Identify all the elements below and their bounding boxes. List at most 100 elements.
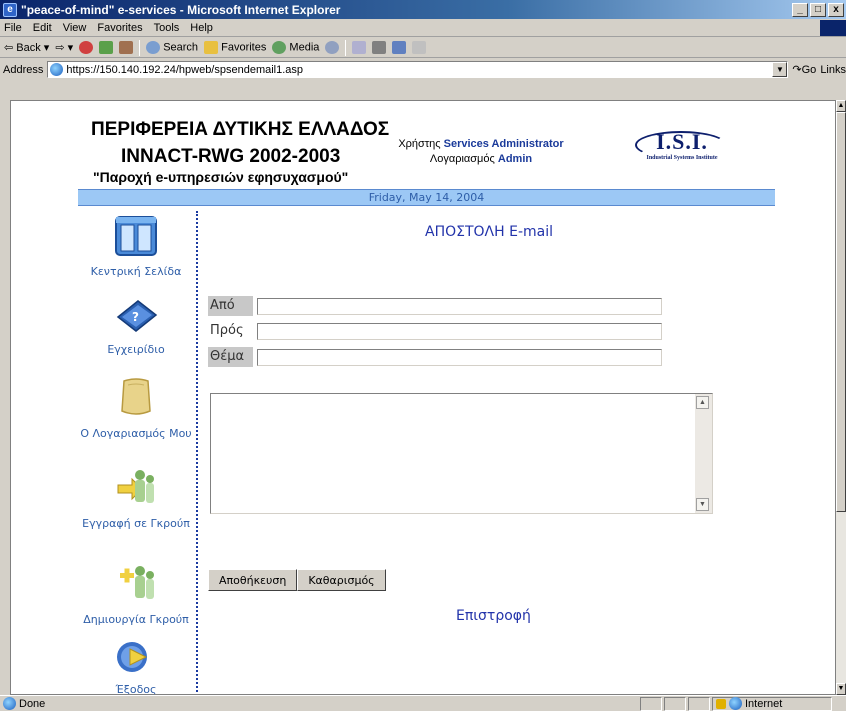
address-label: Address bbox=[3, 63, 44, 76]
sidebar-item-label: Εγγραφή σε Γκρούπ bbox=[82, 517, 190, 530]
sidebar-item-home[interactable]: Κεντρική Σελίδα bbox=[78, 215, 194, 279]
home-icon[interactable] bbox=[119, 41, 134, 54]
edit-icon[interactable] bbox=[392, 41, 407, 54]
page-title: ΑΠΟΣΤΟΛΗ E-mail bbox=[425, 224, 553, 240]
sidebar-item-label: Ο Λογαριασμός Μου bbox=[80, 427, 192, 440]
scroll-down-icon[interactable]: ▼ bbox=[696, 498, 709, 511]
date-bar: Friday, May 14, 2004 bbox=[78, 189, 775, 206]
internet-zone-icon bbox=[729, 697, 742, 710]
menu-file[interactable]: File bbox=[4, 22, 22, 34]
menu-edit[interactable]: Edit bbox=[33, 22, 52, 34]
maximize-button[interactable]: □ bbox=[810, 2, 826, 17]
svg-text:?: ? bbox=[132, 310, 139, 324]
account-label: Λογαριασμός bbox=[429, 153, 495, 165]
address-url: https://150.140.192.24/hpweb/spsendemail… bbox=[66, 63, 304, 76]
message-textarea[interactable] bbox=[210, 393, 713, 514]
minimize-button[interactable]: _ bbox=[792, 2, 808, 17]
close-button[interactable]: x bbox=[828, 2, 844, 17]
status-text-area: Done bbox=[0, 697, 640, 710]
manual-icon: ? bbox=[116, 300, 158, 332]
create-group-icon bbox=[120, 566, 154, 599]
account-name: Admin bbox=[497, 153, 533, 165]
ie-icon: e bbox=[3, 2, 17, 17]
clear-button[interactable]: Καθαρισμός bbox=[297, 569, 386, 591]
toolbar-separator bbox=[345, 39, 347, 56]
sidebar-item-create-group[interactable]: Δημιουργία Γκρούπ bbox=[78, 561, 194, 627]
home-book-icon bbox=[115, 216, 157, 256]
form-buttons: Αποθήκευση Καθαρισμός bbox=[208, 569, 386, 591]
from-row: Από bbox=[208, 296, 662, 316]
refresh-icon[interactable] bbox=[99, 41, 114, 54]
sidebar: Κεντρική Σελίδα ? Εγχειρίδιο Ο Λογαριασμ… bbox=[78, 211, 198, 695]
search-icon bbox=[146, 41, 161, 54]
discuss-icon[interactable] bbox=[412, 41, 427, 54]
message-scrollbar[interactable]: ▲ ▼ bbox=[695, 394, 712, 513]
status-cell bbox=[688, 696, 710, 711]
status-text: Done bbox=[19, 697, 46, 710]
to-row: Πρός bbox=[208, 321, 662, 341]
sidebar-item-join-group[interactable]: Εγγραφή σε Γκρούπ bbox=[78, 465, 194, 531]
sidebar-item-label: Εγχειρίδιο bbox=[107, 343, 165, 356]
page-icon bbox=[3, 697, 16, 710]
mail-icon[interactable] bbox=[352, 41, 367, 54]
header-project-title: INNACT-RWG 2002-2003 bbox=[121, 146, 341, 167]
windows-flag-icon bbox=[820, 20, 846, 36]
status-cell bbox=[664, 696, 686, 711]
stop-icon[interactable] bbox=[79, 41, 94, 54]
menu-favorites[interactable]: Favorites bbox=[97, 22, 142, 34]
toolbar: ⇦ Back ▾ ⇨ ▾ Search Favorites Media bbox=[0, 38, 846, 58]
toolbar-separator bbox=[139, 39, 141, 56]
menu-view[interactable]: View bbox=[63, 22, 87, 34]
back-button[interactable]: ⇦ Back ▾ bbox=[4, 41, 49, 54]
sidebar-item-exit[interactable]: Έξοδος bbox=[78, 639, 194, 695]
sidebar-item-label: Κεντρική Σελίδα bbox=[90, 265, 182, 278]
subject-field[interactable] bbox=[257, 348, 662, 366]
subject-label: Θέμα bbox=[208, 347, 253, 367]
status-bar: Done Internet bbox=[0, 695, 846, 711]
page-viewport: ΠΕΡΙΦΕΡΕΙΑ ΔΥΤΙΚΗΣ ΕΛΛΑΔΟΣ INNACT-RWG 20… bbox=[10, 100, 836, 695]
print-icon[interactable] bbox=[372, 41, 387, 54]
from-label: Από bbox=[208, 296, 253, 316]
back-arrow-icon: ⇦ bbox=[4, 42, 14, 54]
address-dropdown-button[interactable]: ▼ bbox=[772, 62, 788, 77]
menu-tools[interactable]: Tools bbox=[154, 22, 180, 34]
title-bar: e "peace-of-mind" e-services - Microsoft… bbox=[0, 0, 846, 19]
scroll-down-icon[interactable]: ▼ bbox=[836, 683, 846, 695]
forward-button[interactable]: ⇨ ▾ bbox=[55, 41, 73, 54]
address-field[interactable]: https://150.140.192.24/hpweb/spsendemail… bbox=[47, 61, 789, 78]
favorites-button[interactable]: Favorites bbox=[204, 41, 266, 54]
scroll-up-icon[interactable]: ▲ bbox=[836, 100, 846, 112]
sidebar-item-label: Έξοδος bbox=[115, 683, 157, 695]
go-button[interactable]: ↷Go bbox=[792, 63, 816, 76]
history-icon[interactable] bbox=[325, 41, 340, 54]
return-link[interactable]: Επιστροφή bbox=[456, 608, 531, 624]
scroll-up-icon[interactable]: ▲ bbox=[696, 396, 709, 409]
header-tagline: "Παροχή e-υπηρεσιών εφησυχασμού" bbox=[93, 169, 349, 185]
zone-text: Internet bbox=[745, 697, 783, 710]
isi-logo: I.S.I. Industrial Systems Institute bbox=[623, 129, 741, 175]
zone-cell: Internet bbox=[712, 696, 832, 711]
media-button[interactable]: Media bbox=[272, 41, 319, 54]
sidebar-item-my-account[interactable]: Ο Λογαριασμός Μου bbox=[78, 375, 194, 441]
save-button[interactable]: Αποθήκευση bbox=[208, 569, 298, 591]
join-group-icon bbox=[117, 470, 154, 503]
to-field[interactable] bbox=[257, 322, 662, 340]
media-icon bbox=[272, 41, 287, 54]
sidebar-item-manual[interactable]: ? Εγχειρίδιο bbox=[78, 297, 194, 357]
page-icon bbox=[50, 63, 64, 76]
sidebar-item-label: Δημιουργία Γκρούπ bbox=[83, 613, 189, 626]
user-name: Services Administrator bbox=[443, 138, 564, 150]
lock-icon bbox=[716, 698, 726, 709]
search-button[interactable]: Search bbox=[146, 41, 198, 54]
go-arrow-icon: ↷ bbox=[792, 64, 802, 76]
menu-help[interactable]: Help bbox=[190, 22, 213, 34]
page-scrollbar[interactable]: ▲ ▼ bbox=[836, 100, 846, 695]
user-label: Χρήστης bbox=[398, 138, 441, 150]
links-button[interactable]: Links bbox=[820, 64, 846, 76]
browser-window: e "peace-of-mind" e-services - Microsoft… bbox=[0, 0, 846, 711]
logo-swoosh bbox=[635, 131, 727, 159]
user-info: Χρήστης Services Administrator Λογαριασμ… bbox=[366, 137, 596, 167]
to-label: Πρός bbox=[210, 323, 244, 338]
from-field[interactable] bbox=[257, 297, 662, 315]
scrollbar-thumb[interactable] bbox=[836, 112, 846, 512]
